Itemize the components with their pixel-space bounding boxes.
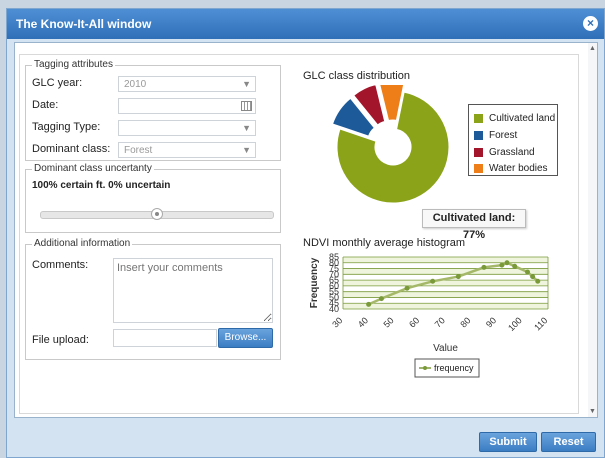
content-panel: Tagging attributes GLC year: 2010 ▼ Date…	[19, 54, 579, 414]
reset-button[interactable]: Reset	[541, 432, 596, 452]
x-tick-label: 60	[407, 315, 421, 329]
x-tick-label: 70	[433, 315, 447, 329]
glc-year-label: GLC year:	[32, 77, 83, 89]
legend-label: Grassland	[489, 147, 535, 158]
close-icon[interactable]: ×	[583, 16, 598, 31]
data-point[interactable]	[535, 278, 541, 284]
chevron-down-icon[interactable]: ▼	[242, 123, 251, 133]
data-point[interactable]	[366, 301, 372, 307]
uncertainty-legend: Dominant class uncertanty	[32, 163, 154, 174]
submit-button[interactable]: Submit	[479, 432, 537, 452]
title-bar[interactable]: The Know-It-All window ×	[7, 9, 604, 39]
tagging-type-select[interactable]: ▼	[118, 120, 256, 136]
glc-year-select[interactable]: 2010 ▼	[118, 76, 256, 92]
plot-band	[343, 303, 548, 309]
data-point[interactable]	[530, 274, 536, 280]
histogram-title: NDVI monthly average histogram	[303, 237, 466, 249]
file-upload-label: File upload:	[32, 334, 89, 346]
pie-legend: Cultivated land Forest Grassland Water b…	[468, 104, 558, 176]
x-tick-label: 40	[356, 315, 370, 329]
plot-band	[343, 257, 548, 263]
data-point[interactable]	[499, 262, 505, 268]
know-it-all-window: The Know-It-All window × ▲ ▼ Tagging att…	[6, 8, 605, 458]
legend-swatch	[474, 114, 483, 123]
tagging-attributes-legend: Tagging attributes	[32, 59, 115, 70]
additional-info-legend: Additional information	[32, 238, 133, 249]
scroll-up-icon[interactable]: ▲	[588, 45, 597, 52]
slider-thumb[interactable]	[151, 208, 163, 220]
footer: Submit Reset	[7, 421, 604, 457]
line-chart: 4045505560657075808530 40 50 60 70 80 90 100 110…	[309, 252, 549, 378]
comments-label: Comments:	[32, 259, 89, 271]
uncertainty-fieldset: Dominant class uncertanty 100% certain f…	[25, 163, 281, 233]
chevron-down-icon[interactable]: ▼	[242, 145, 251, 155]
tagging-type-label: Tagging Type:	[32, 121, 101, 133]
tagging-attributes-fieldset: Tagging attributes GLC year: 2010 ▼ Date…	[25, 59, 281, 161]
legend-label-frequency: frequency	[434, 363, 474, 373]
legend-label: Water bodies	[489, 163, 548, 174]
dominant-class-label: Dominant class:	[32, 143, 111, 155]
file-upload-field[interactable]	[113, 329, 217, 347]
plot-band	[343, 291, 548, 298]
date-label: Date:	[32, 99, 59, 111]
y-tick-label: 85	[329, 252, 339, 262]
pie-chart-section: GLC class distribution Cultivated land F…	[303, 55, 578, 233]
pie-tooltip: Cultivated land: 77%	[422, 209, 526, 241]
legend-label: Forest	[489, 130, 518, 141]
browse-button[interactable]: Browse...	[218, 328, 273, 348]
data-point[interactable]	[481, 264, 487, 270]
histogram-section: NDVI monthly average histogram 40 45 50 55 6…	[303, 237, 578, 413]
window-title: The Know-It-All window	[16, 17, 152, 31]
data-point[interactable]	[404, 285, 410, 291]
pie-chart	[331, 85, 450, 204]
plot-band	[343, 268, 548, 275]
calendar-icon[interactable]	[241, 101, 252, 111]
comments-input[interactable]	[113, 258, 273, 323]
data-point[interactable]	[525, 269, 530, 275]
legend-swatch	[474, 131, 483, 140]
date-field[interactable]	[118, 98, 256, 114]
legend-swatch	[474, 148, 483, 157]
uncertainty-text: 100% certain ft. 0% uncertain	[32, 180, 171, 191]
x-tick-label: 50	[382, 315, 396, 329]
x-tick-label: 80	[458, 315, 472, 329]
legend-label: Cultivated land	[489, 113, 556, 124]
data-point[interactable]	[430, 278, 436, 284]
y-axis-label: Frequency	[309, 257, 320, 308]
scroll-down-icon[interactable]: ▼	[588, 408, 597, 415]
legend-swatch	[474, 164, 483, 173]
x-axis-label: Value	[433, 343, 458, 354]
data-point[interactable]	[512, 263, 518, 269]
dominant-class-value: Forest	[124, 145, 153, 156]
plot-band	[343, 280, 548, 286]
dominant-class-select[interactable]: Forest ▼	[118, 142, 256, 158]
uncertainty-slider[interactable]	[40, 208, 274, 220]
additional-info-fieldset: Additional information Comments: File up…	[25, 238, 281, 360]
data-point[interactable]	[378, 296, 384, 302]
scrollbar[interactable]: ▲ ▼	[588, 43, 597, 417]
x-tick-label: 90	[484, 315, 498, 329]
data-point[interactable]	[504, 260, 510, 266]
pie-chart-title: GLC class distribution	[303, 70, 410, 82]
data-point[interactable]	[455, 274, 461, 280]
x-tick-label: 30	[330, 315, 344, 329]
x-tick-label: 110	[532, 315, 549, 332]
chevron-down-icon[interactable]: ▼	[242, 79, 251, 89]
x-tick-label: 100	[506, 315, 524, 333]
window-body: ▲ ▼ Tagging attributes GLC year: 2010 ▼ …	[14, 42, 598, 418]
legend-marker	[423, 366, 427, 370]
glc-year-value: 2010	[124, 79, 147, 90]
